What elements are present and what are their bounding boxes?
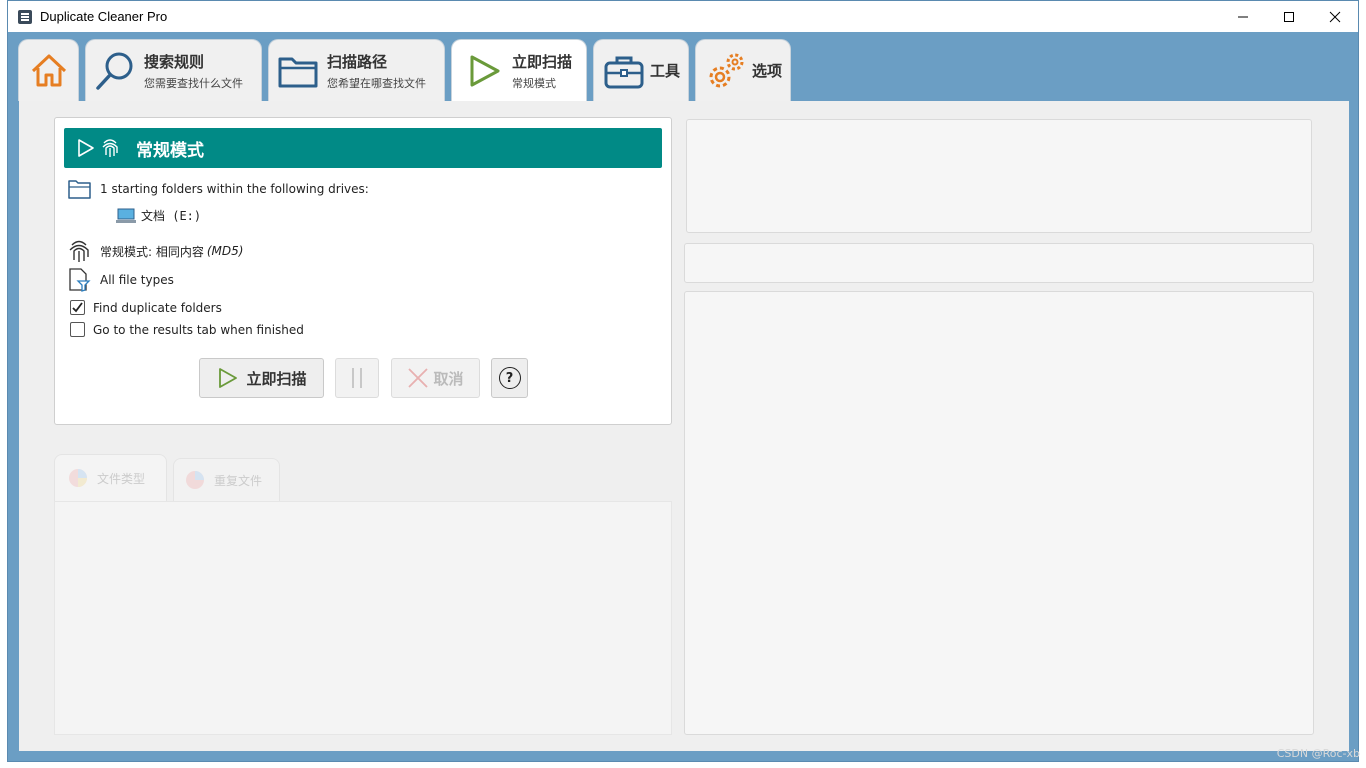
pause-button[interactable]	[335, 358, 379, 398]
tab-scan-now-sub: 常规模式	[512, 77, 556, 90]
tab-scan-path-label: 扫描路径	[327, 52, 388, 71]
computer-icon	[116, 208, 136, 223]
goto-results-checkbox[interactable]	[70, 322, 85, 337]
cancel-label: 取消	[433, 369, 464, 388]
mode-header: 常规模式	[64, 128, 662, 168]
chart-area	[54, 501, 672, 735]
app-logo-icon	[18, 9, 32, 24]
status-bar-panel	[684, 243, 1314, 283]
goto-results-label: Go to the results tab when finished	[93, 322, 304, 337]
maximize-button[interactable]	[1266, 1, 1312, 32]
tab-scan-now-label: 立即扫描	[512, 53, 573, 71]
tab-file-types-label: 文件类型	[97, 471, 146, 486]
start-scan-button[interactable]: 立即扫描	[199, 358, 324, 398]
title-bar: Duplicate Cleaner Pro	[8, 1, 1358, 32]
drive-label: 文档 (E:)	[141, 209, 202, 223]
tab-duplicate-files[interactable]: 重复文件	[173, 458, 280, 501]
scan-settings-panel: 常规模式 1 starting folders within the follo…	[54, 117, 672, 425]
pause-icon	[352, 368, 362, 388]
help-button[interactable]: ?	[491, 358, 528, 398]
toolbox-icon	[604, 56, 644, 88]
file-types-text: All file types	[100, 273, 174, 287]
close-icon	[1329, 11, 1341, 22]
scan-log-panel	[684, 291, 1314, 735]
pie-chart-icon	[69, 469, 87, 487]
fingerprint-icon	[69, 240, 89, 262]
minimize-icon	[1238, 16, 1248, 17]
fingerprint-icon	[102, 139, 118, 157]
help-icon: ?	[498, 367, 521, 389]
scan-page: 常规模式 1 starting folders within the follo…	[19, 101, 1349, 751]
search-icon	[96, 52, 133, 90]
mode-title: 常规模式	[136, 140, 204, 161]
find-dup-folders-checkbox[interactable]	[70, 300, 85, 315]
folder-icon	[278, 57, 318, 87]
gear-icon	[709, 53, 744, 87]
folder-outline-icon	[68, 180, 91, 199]
tab-search-rules[interactable]: 搜索规则 您需要查找什么文件	[85, 39, 262, 101]
play-icon	[470, 55, 500, 87]
file-filter-icon	[69, 268, 91, 292]
home-icon	[31, 54, 66, 86]
window-controls	[1220, 1, 1358, 32]
start-scan-label: 立即扫描	[246, 369, 307, 388]
watermark: CSDN @Roc-xb	[1276, 747, 1360, 760]
tab-scan-now[interactable]: 立即扫描 常规模式	[451, 39, 587, 102]
tab-scan-path-sub: 您希望在哪查找文件	[327, 76, 426, 90]
checkmark-icon	[72, 302, 83, 313]
progress-panel	[686, 119, 1312, 233]
find-dup-folders-option[interactable]: Find duplicate folders	[70, 300, 222, 315]
method-text: 常规模式: 相同内容	[100, 244, 204, 259]
find-dup-folders-label: Find duplicate folders	[93, 300, 222, 315]
tab-scan-path[interactable]: 扫描路径 您希望在哪查找文件	[268, 39, 445, 101]
tab-tools-label: 工具	[650, 62, 681, 80]
tab-search-rules-label: 搜索规则	[144, 52, 205, 71]
close-icon	[408, 368, 429, 388]
drive-row: 文档 (E:)	[116, 207, 201, 224]
tab-duplicate-files-label: 重复文件	[214, 473, 263, 488]
close-button[interactable]	[1312, 1, 1358, 32]
play-icon	[219, 368, 238, 388]
tab-tools[interactable]: 工具	[593, 39, 689, 101]
goto-results-option[interactable]: Go to the results tab when finished	[70, 322, 304, 337]
tab-file-types[interactable]: 文件类型	[54, 454, 167, 501]
file-types-row: All file types	[67, 268, 174, 292]
folders-row: 1 starting folders within the following …	[67, 178, 369, 200]
tab-search-rules-sub: 您需要查找什么文件	[144, 76, 243, 90]
tab-options[interactable]: 选项	[695, 39, 791, 101]
app-window: Duplicate Cleaner Pro 搜索规则 您需要查找什么文件 扫描路…	[7, 0, 1359, 762]
folders-text: 1 starting folders within the following …	[100, 182, 369, 196]
method-hash: (MD5)	[206, 244, 244, 258]
tab-home[interactable]	[18, 39, 79, 101]
window-title: Duplicate Cleaner Pro	[40, 9, 168, 24]
chart-tab-bar: 文件类型 重复文件	[54, 454, 672, 504]
play-outline-icon	[78, 139, 94, 157]
tab-options-label: 选项	[752, 62, 783, 80]
pie-chart-icon	[186, 471, 204, 489]
method-row: 常规模式: 相同内容 (MD5)	[67, 238, 243, 264]
maximize-icon	[1284, 11, 1294, 22]
cancel-button[interactable]: 取消	[391, 358, 480, 398]
minimize-button[interactable]	[1220, 1, 1266, 32]
